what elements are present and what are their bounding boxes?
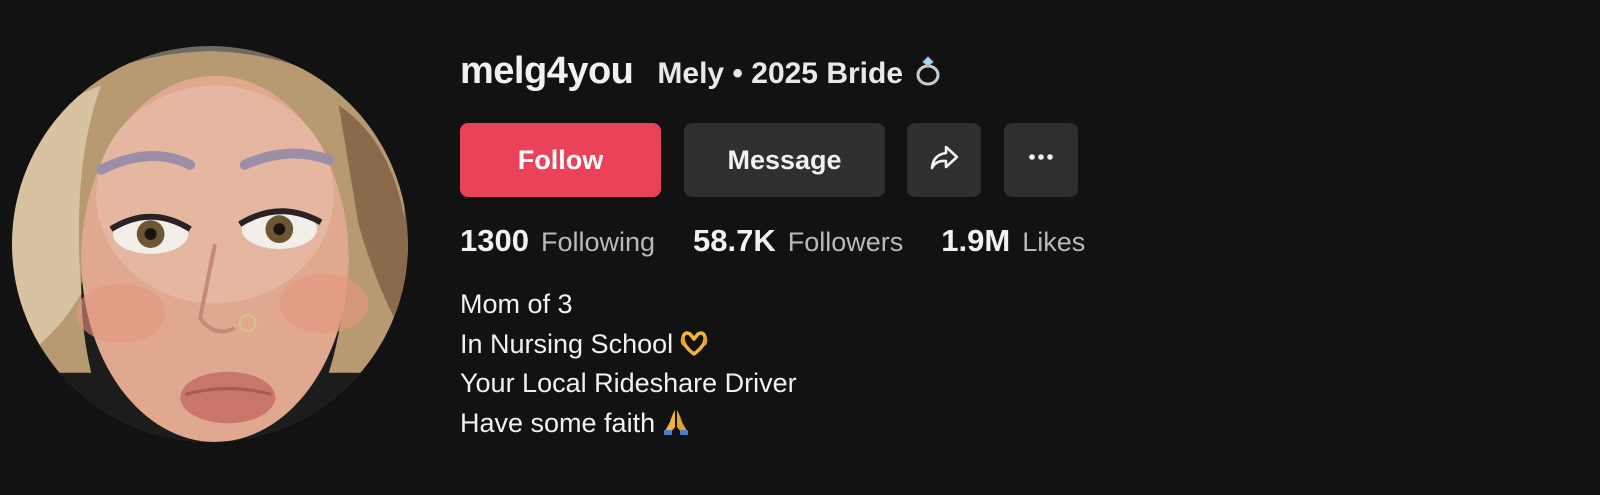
bio-line: Your Local Rideshare Driver	[460, 364, 1560, 404]
bio-text: Have some faith	[460, 407, 656, 438]
bio-line: Mom of 3	[460, 285, 1560, 325]
nickname-text: Mely • 2025 Bride	[657, 57, 904, 90]
stat-value: 1.9M	[941, 223, 1011, 258]
profile-info: melg4you Mely • 2025 Bride Follow Messag…	[460, 50, 1560, 443]
profile-avatar[interactable]	[12, 46, 408, 442]
more-options-button[interactable]	[1004, 123, 1078, 197]
more-icon	[1024, 140, 1058, 181]
ring-icon	[911, 53, 945, 87]
profile-bio: Mom of 3 In Nursing School Your Local Ri…	[460, 285, 1560, 443]
stat-value: 1300	[460, 223, 529, 258]
action-buttons: Follow Message	[460, 123, 1560, 197]
profile-stats: 1300 Following 58.7K Followers 1.9M Like…	[460, 223, 1560, 263]
praying-hands-icon	[661, 407, 691, 437]
bio-line: Have some faith	[460, 404, 1560, 444]
follow-button[interactable]: Follow	[460, 123, 661, 197]
share-button[interactable]	[907, 123, 981, 197]
stat-value: 58.7K	[693, 223, 776, 258]
stat-followers[interactable]: 58.7K Followers	[693, 223, 903, 259]
bio-text: Mom of 3	[460, 289, 573, 319]
avatar-image	[12, 46, 408, 442]
heart-hands-icon	[679, 328, 709, 358]
username: melg4you	[460, 50, 634, 92]
stat-label: Likes	[1022, 227, 1086, 257]
stat-label: Following	[540, 227, 656, 257]
share-icon	[927, 140, 961, 181]
bio-line: In Nursing School	[460, 325, 1560, 365]
bio-text: Your Local Rideshare Driver	[460, 368, 797, 398]
nickname: Mely • 2025 Bride	[657, 53, 945, 91]
message-button[interactable]: Message	[684, 123, 885, 197]
stat-label: Followers	[787, 227, 904, 257]
stat-following[interactable]: 1300 Following	[460, 223, 655, 259]
stat-likes: 1.9M Likes	[941, 223, 1085, 259]
profile-header: melg4you Mely • 2025 Bride	[460, 50, 1560, 100]
bio-text: In Nursing School	[460, 328, 674, 359]
